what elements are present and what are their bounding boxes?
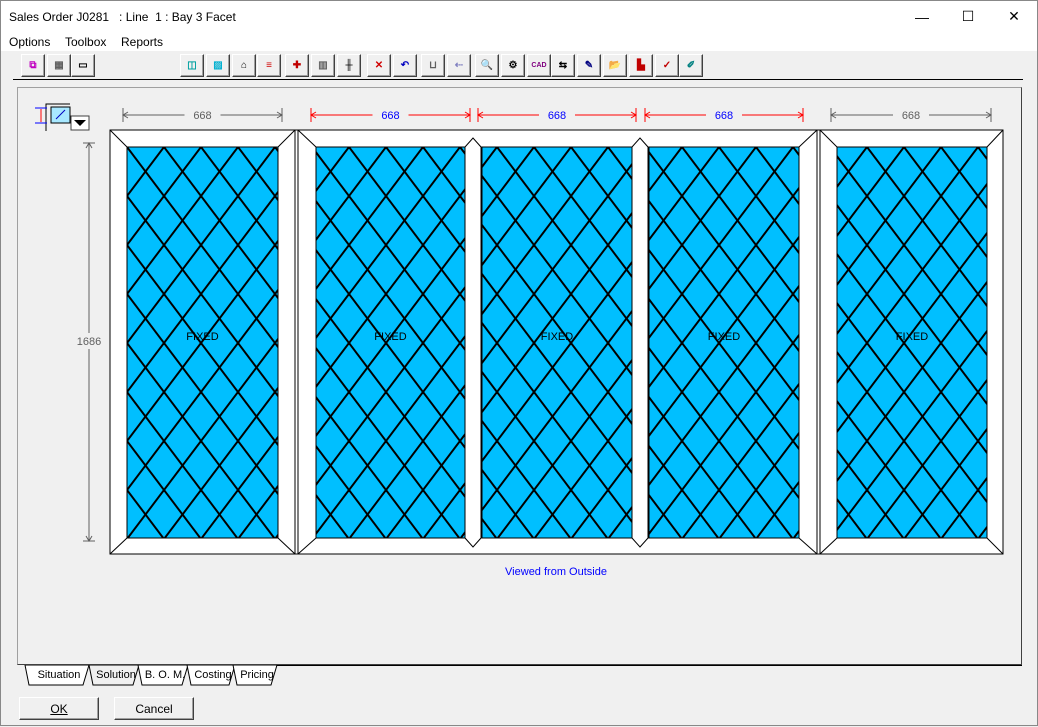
width-label: 668 — [902, 110, 920, 122]
width-label: 668 — [193, 110, 211, 122]
tab-costing[interactable]: Costing — [189, 665, 237, 685]
glass-pane[interactable]: FIXED — [109, 129, 296, 555]
width-dimension: 668 — [830, 107, 992, 123]
pane-label: FIXED — [541, 331, 573, 343]
window-drawing[interactable]: 668 668 668 668 668 1686 FIXED FIXED FIX… — [1, 1, 1038, 727]
height-label: 1686 — [77, 336, 101, 348]
view-caption: Viewed from Outside — [505, 566, 607, 578]
glass-pane[interactable]: FIXED — [297, 129, 466, 555]
cancel-button[interactable]: Cancel — [114, 697, 194, 720]
tab-pricing[interactable]: Pricing — [235, 665, 279, 685]
view-selector[interactable] — [35, 103, 90, 131]
width-dimension: 668 — [477, 107, 637, 123]
width-label: 668 — [548, 110, 566, 122]
width-dimension: 668 — [122, 107, 283, 123]
glass-pane[interactable]: FIXED — [481, 146, 633, 539]
glass-pane[interactable]: FIXED — [648, 129, 818, 555]
ok-label: OK — [50, 701, 68, 716]
width-dimension: 668 — [310, 107, 471, 123]
cancel-label: Cancel — [135, 701, 173, 716]
pane-label: FIXED — [186, 331, 218, 343]
tab-solution[interactable]: Solution — [91, 665, 141, 685]
pane-label: FIXED — [708, 331, 740, 343]
tab-bom[interactable]: B. O. M. — [140, 665, 190, 685]
ok-button[interactable]: OK — [19, 697, 99, 720]
pane-label: FIXED — [374, 331, 406, 343]
width-label: 668 — [381, 110, 399, 122]
width-label: 668 — [715, 110, 733, 122]
tab-situation[interactable]: Situation — [27, 665, 91, 685]
width-dimension: 668 — [644, 107, 804, 123]
pane-label: FIXED — [896, 331, 928, 343]
glass-pane[interactable]: FIXED — [819, 129, 1004, 555]
height-dimension: 1686 — [73, 142, 105, 542]
